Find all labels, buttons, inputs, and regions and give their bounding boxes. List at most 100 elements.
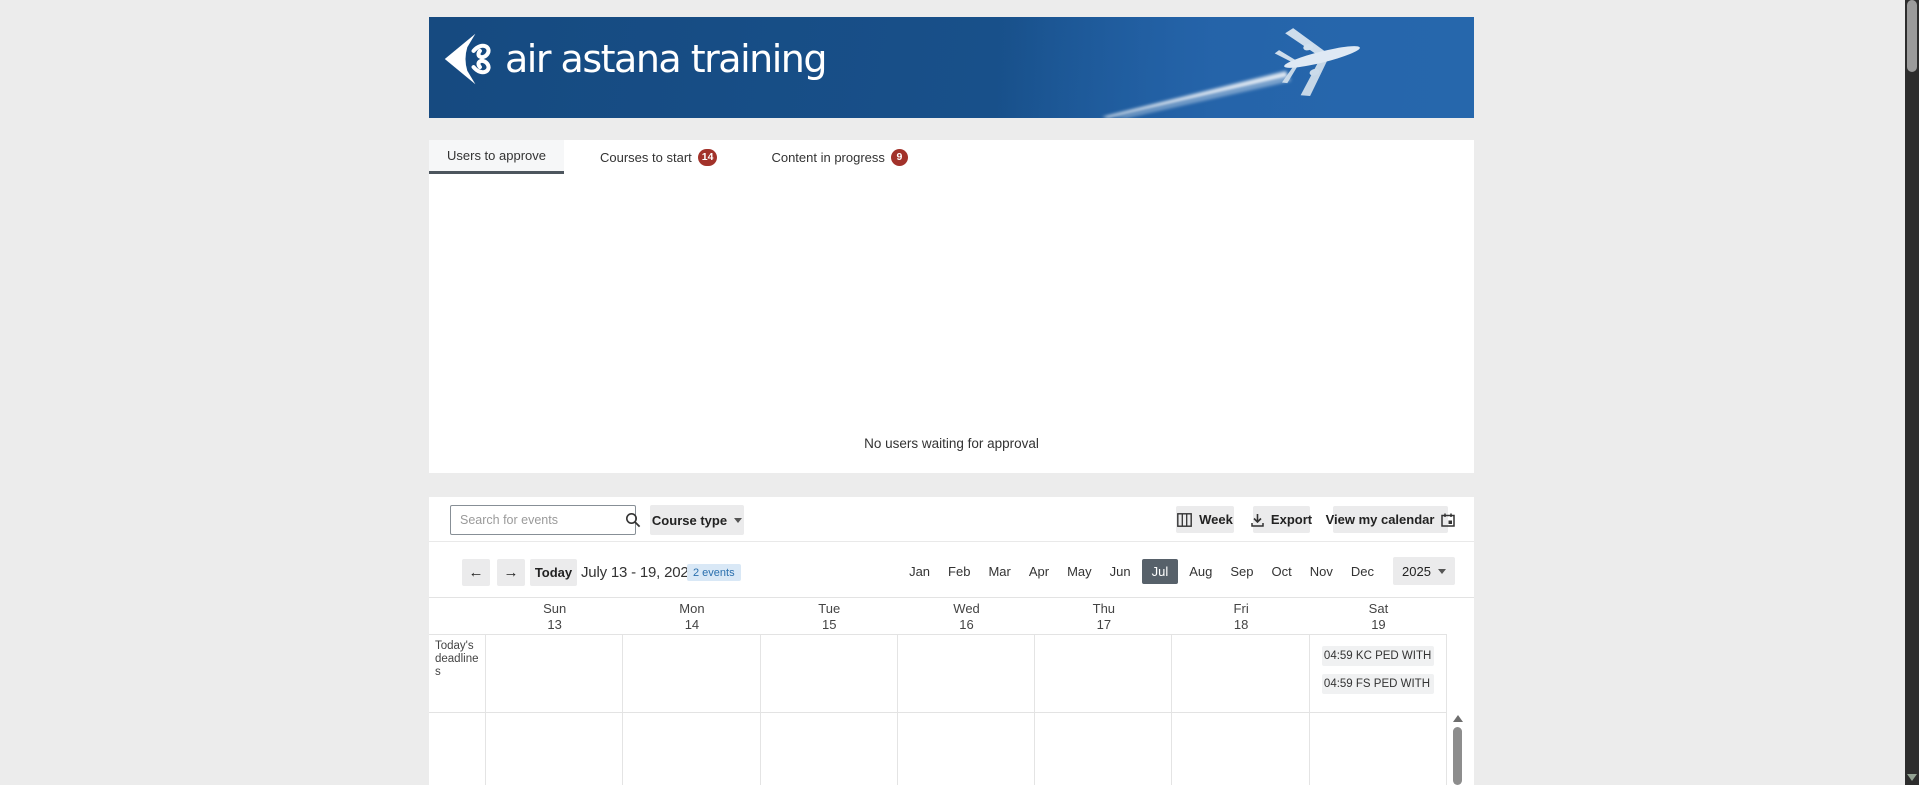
count-badge: 14 xyxy=(697,148,718,166)
scroll-up-arrow-icon[interactable] xyxy=(1453,715,1463,722)
day-header-sun: Sun 13 xyxy=(486,598,623,634)
day-cell-mon[interactable] xyxy=(623,713,761,785)
day-number: 15 xyxy=(822,617,837,632)
chevron-down-icon xyxy=(734,517,743,523)
day-cell-sun[interactable] xyxy=(486,635,624,712)
header-banner: air astana training xyxy=(429,17,1474,118)
day-number: 14 xyxy=(684,617,700,632)
tab-bar: Users to approve Courses to start 14 Con… xyxy=(429,140,1474,174)
day-name: Wed xyxy=(953,601,980,616)
export-button[interactable]: Export xyxy=(1251,506,1313,533)
tab-label: Content in progress xyxy=(771,149,885,165)
month-nov[interactable]: Nov xyxy=(1303,559,1340,584)
arrow-left-icon: ← xyxy=(468,564,484,581)
day-header-wed: Wed 16 xyxy=(898,598,1035,634)
empty-state-message: No users waiting for approval xyxy=(864,436,1039,451)
view-my-calendar-button[interactable]: View my calendar xyxy=(1326,506,1456,533)
day-cell-thu[interactable] xyxy=(1035,635,1173,712)
search-box xyxy=(450,505,641,535)
tab-label: Courses to start xyxy=(600,149,692,165)
day-number: 18 xyxy=(1233,617,1249,632)
day-cell-tue[interactable] xyxy=(761,635,898,712)
row-label-empty xyxy=(429,713,486,785)
day-cell-sun[interactable] xyxy=(486,713,624,785)
day-cell-tue[interactable] xyxy=(761,713,898,785)
day-cell-sat[interactable] xyxy=(1310,713,1448,785)
corner-cell xyxy=(429,598,486,634)
day-header-mon: Mon 14 xyxy=(623,598,760,634)
day-cell-thu[interactable] xyxy=(1035,713,1173,785)
month-jun[interactable]: Jun xyxy=(1103,559,1138,584)
month-jan[interactable]: Jan xyxy=(902,559,937,584)
day-number: 16 xyxy=(959,617,974,632)
export-label: Export xyxy=(1270,512,1313,527)
week-label: Week xyxy=(1199,512,1233,527)
download-icon xyxy=(1251,513,1264,527)
month-jul-selected[interactable]: Jul xyxy=(1141,558,1179,584)
month-mar[interactable]: Mar xyxy=(981,559,1017,584)
calendar-scrollbar-thumb[interactable] xyxy=(1453,727,1462,785)
day-cell-wed[interactable] xyxy=(898,635,1036,712)
month-may[interactable]: May xyxy=(1060,559,1099,584)
day-header-tue: Tue 15 xyxy=(761,598,898,634)
approvals-panel: Users to approve Courses to start 14 Con… xyxy=(429,140,1474,473)
month-sep[interactable]: Sep xyxy=(1223,559,1260,584)
day-header-sat: Sat 19 xyxy=(1310,598,1447,634)
browser-scrollbar-thumb[interactable] xyxy=(1907,0,1917,72)
search-icon[interactable] xyxy=(625,512,641,528)
calendar-icon xyxy=(1441,513,1456,527)
month-selector: Jan Feb Mar Apr May Jun Jul Aug Sep Oct … xyxy=(898,557,1455,585)
count-badge: 9 xyxy=(890,148,908,166)
row-label: Today's deadlines xyxy=(429,635,486,712)
deadlines-row: Today's deadlines 04:59 KC PED WITH ... … xyxy=(429,635,1448,713)
day-number: 19 xyxy=(1371,617,1386,632)
day-cell-mon[interactable] xyxy=(623,635,761,712)
tab-courses-to-start[interactable]: Courses to start 14 xyxy=(582,140,735,174)
day-name: Sun xyxy=(543,601,567,616)
course-type-label: Course type xyxy=(651,512,728,528)
calendar-toolbar: Course type Week Export xyxy=(429,497,1474,542)
previous-week-button[interactable]: ← xyxy=(462,559,490,586)
day-cell-sat[interactable]: 04:59 KC PED WITH ... 04:59 FS PED WITH … xyxy=(1310,635,1448,712)
day-name: Thu xyxy=(1092,601,1116,616)
year-dropdown[interactable]: 2025 xyxy=(1393,557,1455,585)
event-chip[interactable]: 04:59 FS PED WITH ... xyxy=(1321,674,1434,694)
view-calendar-label: View my calendar xyxy=(1325,512,1435,527)
year-label: 2025 xyxy=(1402,563,1431,579)
date-range-title: July 13 - 19, 2025 xyxy=(581,564,697,581)
logo-text: air astana training xyxy=(505,37,827,81)
day-cell-fri[interactable] xyxy=(1172,713,1310,785)
search-input[interactable] xyxy=(451,513,625,527)
month-apr[interactable]: Apr xyxy=(1022,559,1056,584)
month-dec[interactable]: Dec xyxy=(1344,559,1381,584)
course-type-dropdown[interactable]: Course type xyxy=(650,505,744,535)
day-header-row: Sun 13 Mon 14 Tue 15 Wed 16 Thu 17 Fri 1… xyxy=(429,598,1447,635)
day-name: Fri xyxy=(1233,601,1249,616)
browser-scrollbar[interactable] xyxy=(1905,0,1919,785)
events-count-badge: 2 events xyxy=(687,564,741,581)
scroll-down-arrow-icon[interactable] xyxy=(1907,774,1917,781)
airplane-contrail-image xyxy=(1102,28,1360,118)
app-logo: air astana training xyxy=(443,31,827,87)
main-content: air astana training Users to approve Cou… xyxy=(429,0,1474,785)
air-astana-bird-icon xyxy=(444,33,491,85)
tab-content-in-progress[interactable]: Content in progress 9 xyxy=(753,140,925,174)
calendar-scrollbar[interactable] xyxy=(1451,713,1464,785)
today-button[interactable]: Today xyxy=(530,559,577,586)
week-view-icon xyxy=(1177,512,1193,527)
next-row xyxy=(429,713,1448,785)
tab-users-to-approve[interactable]: Users to approve xyxy=(429,140,564,174)
month-feb[interactable]: Feb xyxy=(941,559,977,584)
month-aug[interactable]: Aug xyxy=(1182,559,1219,584)
next-week-button[interactable]: → xyxy=(497,559,525,586)
day-number: 17 xyxy=(1096,617,1112,632)
month-oct[interactable]: Oct xyxy=(1265,559,1299,584)
event-chip[interactable]: 04:59 KC PED WITH ... xyxy=(1321,646,1434,666)
day-name: Sat xyxy=(1368,601,1389,616)
day-cell-wed[interactable] xyxy=(898,713,1036,785)
day-cell-fri[interactable] xyxy=(1172,635,1310,712)
day-name: Mon xyxy=(679,601,705,616)
calendar-panel: Course type Week Export xyxy=(429,497,1474,785)
day-number: 13 xyxy=(547,617,562,632)
week-view-button[interactable]: Week xyxy=(1176,506,1234,533)
